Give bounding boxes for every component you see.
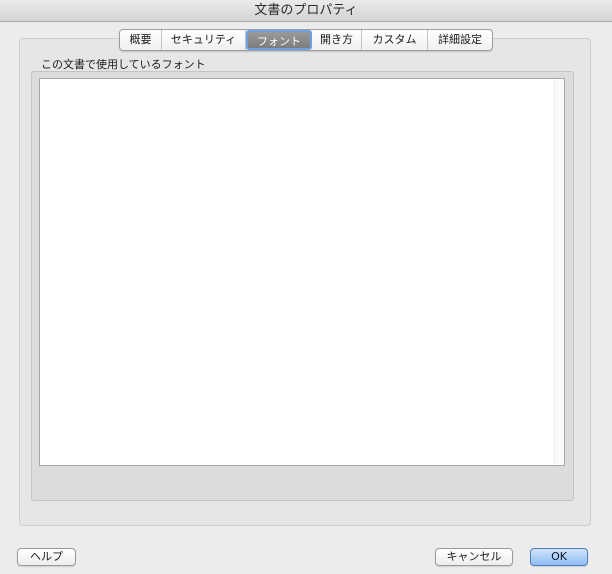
window-title: 文書のプロパティ — [254, 3, 358, 18]
tab-advanced[interactable]: 詳細設定 — [428, 30, 492, 50]
tab-fonts[interactable]: フォント — [246, 30, 312, 50]
tab-security[interactable]: セキュリティ — [162, 30, 246, 50]
ok-button[interactable]: OK — [530, 548, 588, 566]
cancel-button[interactable]: キャンセル — [435, 548, 513, 566]
font-list[interactable] — [39, 78, 565, 466]
tab-custom[interactable]: カスタム — [362, 30, 428, 50]
help-button[interactable]: ヘルプ — [17, 548, 76, 566]
title-bar[interactable]: 文書のプロパティ — [0, 0, 612, 22]
fonts-section-label: この文書で使用しているフォント — [41, 58, 206, 71]
document-properties-window: 文書のプロパティ 概要 セキュリティ フォント 開き方 カスタム 詳細設定 この… — [0, 0, 612, 574]
tab-summary[interactable]: 概要 — [120, 30, 162, 50]
tab-initial-view[interactable]: 開き方 — [312, 30, 362, 50]
font-list-scrollbar[interactable] — [554, 79, 564, 465]
tab-bar: 概要 セキュリティ フォント 開き方 カスタム 詳細設定 — [119, 29, 493, 51]
